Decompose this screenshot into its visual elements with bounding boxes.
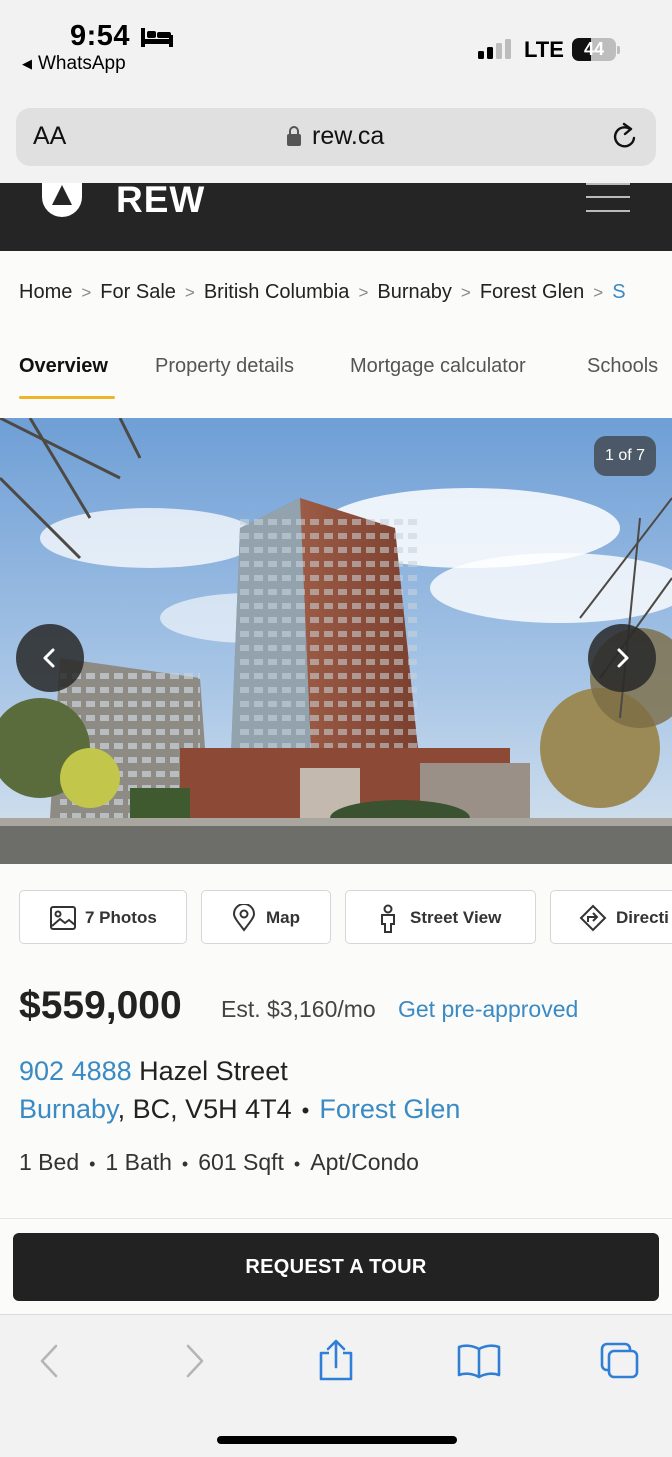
- listing-specs: 1 Bed • 1 Bath • 601 Sqft • Apt/Condo: [19, 1149, 419, 1176]
- listing-photo[interactable]: 1 of 7: [0, 418, 672, 864]
- tab-overview[interactable]: Overview: [19, 355, 108, 378]
- back-app-label: WhatsApp: [38, 53, 126, 74]
- tab-property-details[interactable]: Property details: [155, 355, 294, 378]
- tabs-icon[interactable]: [599, 1341, 641, 1381]
- get-pre-approved-link[interactable]: Get pre-approved: [398, 996, 578, 1023]
- beds: 1 Bed: [19, 1149, 80, 1175]
- site-header: REW: [0, 179, 672, 251]
- map-pin-icon: [232, 904, 256, 932]
- breadcrumb-neighbourhood[interactable]: Forest Glen: [480, 281, 584, 303]
- chevron-right-icon: >: [460, 283, 471, 302]
- share-icon[interactable]: [317, 1339, 355, 1381]
- battery-icon: 44: [572, 38, 620, 61]
- street-view-label: Street View: [410, 908, 502, 927]
- tour-cta-bar: REQUEST A TOUR: [0, 1218, 672, 1314]
- browser-toolbar: [0, 1314, 672, 1457]
- chevron-right-icon: >: [184, 283, 195, 302]
- street-name: Hazel Street: [139, 1056, 288, 1086]
- estimated-payment: Est. $3,160/mo: [221, 996, 376, 1022]
- listing-price: $559,000: [19, 984, 182, 1027]
- baths: 1 Bath: [105, 1149, 172, 1175]
- chevron-right-icon: >: [358, 283, 369, 302]
- directions-icon: [579, 904, 607, 932]
- section-tabs: Overview Property details Mortgage calcu…: [0, 350, 672, 402]
- breadcrumb-province[interactable]: British Columbia: [204, 281, 350, 303]
- chevron-right-icon: >: [81, 283, 92, 302]
- chevron-left-icon: [43, 648, 55, 668]
- active-tab-indicator: [19, 396, 115, 399]
- property-type: Apt/Condo: [310, 1149, 419, 1175]
- rew-logo-icon[interactable]: [42, 183, 82, 217]
- square-feet: 601 Sqft: [198, 1149, 284, 1175]
- tab-schools[interactable]: Schools: [587, 355, 658, 378]
- back-triangle-icon: ◀: [22, 56, 32, 71]
- directions-label: Directi: [616, 908, 669, 927]
- sleep-focus-icon: [141, 28, 173, 47]
- building-photo-image: [0, 418, 672, 864]
- status-bar: 9:54 ◀ WhatsApp LTE 44: [0, 0, 672, 92]
- request-tour-button[interactable]: REQUEST A TOUR: [13, 1233, 659, 1301]
- photos-label: 7 Photos: [85, 908, 157, 927]
- address-line-1: 902 4888 Hazel Street: [19, 1056, 288, 1087]
- breadcrumb-for-sale[interactable]: For Sale: [100, 281, 176, 303]
- site-logo-text[interactable]: REW: [116, 179, 205, 221]
- chevron-right-icon: >: [593, 283, 604, 302]
- chevron-right-icon: [617, 648, 629, 668]
- unit-number-link[interactable]: 902 4888: [19, 1056, 132, 1086]
- separator-dot: •: [293, 1154, 301, 1174]
- signal-icon: [478, 39, 511, 59]
- person-icon: [381, 904, 395, 933]
- forward-arrow-icon[interactable]: [182, 1343, 208, 1379]
- address-bar[interactable]: AA rew.ca: [16, 108, 656, 166]
- reload-icon[interactable]: [610, 122, 640, 152]
- tab-mortgage-calculator[interactable]: Mortgage calculator: [350, 355, 526, 378]
- hamburger-menu-icon[interactable]: [586, 183, 630, 215]
- photo-counter: 1 of 7: [594, 436, 656, 476]
- breadcrumb-city[interactable]: Burnaby: [377, 281, 452, 303]
- previous-photo-button[interactable]: [16, 624, 84, 692]
- bookmarks-icon[interactable]: [456, 1343, 502, 1379]
- listing-actions: 7 Photos Map Street View Directi: [0, 890, 672, 946]
- neighbourhood-link[interactable]: Forest Glen: [319, 1094, 460, 1124]
- province-postal: , BC, V5H 4T4: [117, 1094, 292, 1124]
- battery-percent: 44: [583, 39, 605, 59]
- breadcrumb-home[interactable]: Home: [19, 281, 72, 303]
- city-link[interactable]: Burnaby: [19, 1094, 118, 1124]
- separator-dot: •: [181, 1154, 189, 1174]
- home-indicator: [217, 1436, 457, 1444]
- next-photo-button[interactable]: [588, 624, 656, 692]
- separator-dot: •: [301, 1098, 310, 1123]
- directions-button[interactable]: Directi: [550, 890, 672, 944]
- back-to-app[interactable]: ◀ WhatsApp: [22, 53, 126, 75]
- back-arrow-icon[interactable]: [36, 1343, 62, 1379]
- street-view-button[interactable]: Street View: [345, 890, 536, 944]
- browser-address-area: AA rew.ca: [0, 92, 672, 183]
- image-icon: [50, 906, 76, 930]
- clock: 9:54: [70, 20, 131, 52]
- map-button[interactable]: Map: [201, 890, 331, 944]
- photos-button[interactable]: 7 Photos: [19, 890, 187, 944]
- breadcrumb-next[interactable]: S: [612, 281, 625, 303]
- address-line-2: Burnaby, BC, V5H 4T4 • Forest Glen: [19, 1094, 460, 1125]
- breadcrumb: Home > For Sale > British Columbia > Burnaby > F…: [19, 281, 672, 304]
- lock-icon: [287, 126, 301, 146]
- url-text: rew.ca: [312, 122, 385, 150]
- network-type: LTE: [524, 37, 564, 62]
- text-size-button[interactable]: AA: [33, 122, 66, 151]
- map-label: Map: [266, 908, 300, 927]
- separator-dot: •: [89, 1154, 96, 1174]
